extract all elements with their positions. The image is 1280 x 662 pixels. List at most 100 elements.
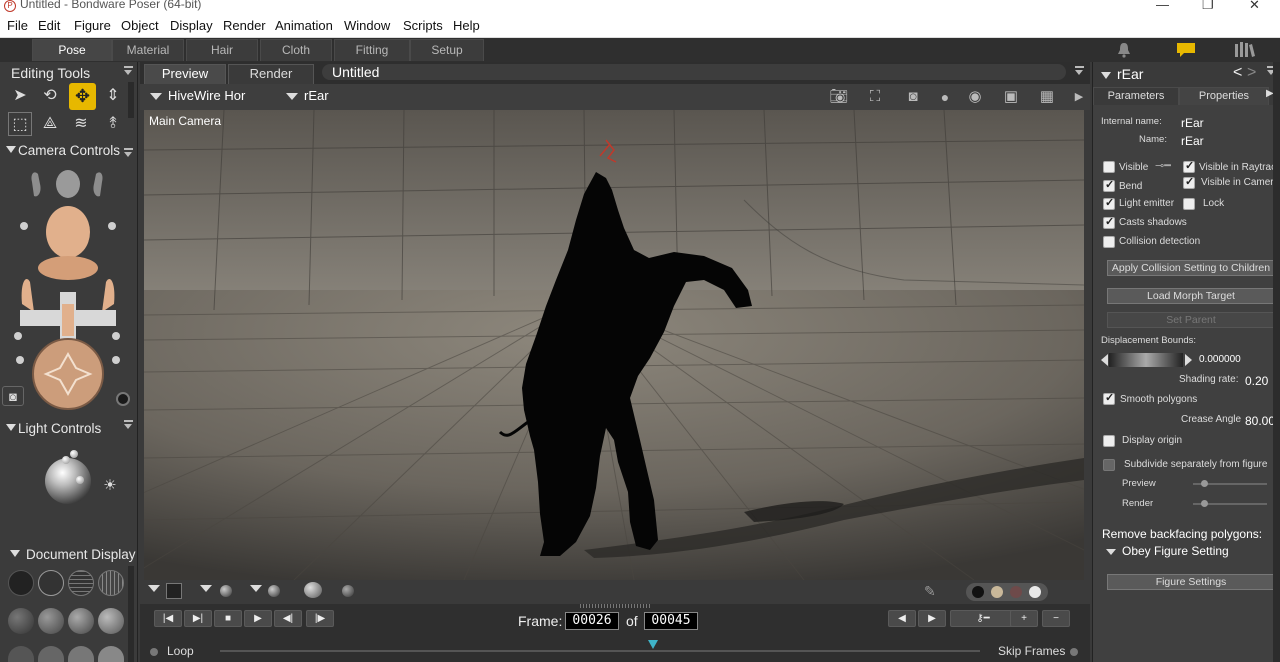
casts-shadows-checkbox[interactable]: [1103, 215, 1115, 229]
light-handle-icon[interactable]: [62, 456, 70, 464]
displacement-dial[interactable]: [1109, 353, 1183, 367]
menu-object[interactable]: Object: [121, 18, 159, 33]
shadow-ball-icon[interactable]: [342, 585, 354, 597]
menu-scripts[interactable]: Scripts: [403, 18, 443, 33]
timeline-slider[interactable]: [220, 650, 980, 652]
translate-icon[interactable]: ✥: [69, 83, 96, 110]
smooth-polygons-checkbox[interactable]: [1103, 391, 1115, 405]
subdivision-preview-slider[interactable]: [1193, 480, 1267, 487]
displacement-bounds-value[interactable]: 0.000000: [1199, 354, 1241, 365]
skip-frames-toggle-icon[interactable]: [1070, 648, 1078, 656]
tab-parameters[interactable]: Parameters: [1093, 87, 1179, 105]
playhead-marker[interactable]: [648, 640, 659, 649]
visible-in-camera-checkbox[interactable]: [1183, 175, 1195, 189]
render-camera-icon[interactable]: ◙: [902, 87, 924, 107]
shadow-color-swatch[interactable]: [1010, 586, 1022, 598]
menu-window[interactable]: Window: [344, 18, 390, 33]
smooth-shaded-style-icon[interactable]: [68, 608, 94, 634]
timeline-grip[interactable]: [580, 604, 650, 608]
visible-in-raytracing-checkbox[interactable]: [1183, 159, 1195, 173]
depth-cue-icon[interactable]: [304, 582, 322, 598]
translate-in-out-icon[interactable]: ⇕: [101, 84, 125, 108]
previous-keyframe-button[interactable]: ◀: [888, 610, 916, 627]
apply-collision-button[interactable]: Apply Collision Setting to Children: [1107, 260, 1275, 276]
subdivide-separately-checkbox[interactable]: [1103, 459, 1115, 471]
visible-checkbox[interactable]: [1103, 161, 1115, 173]
loop-toggle-icon[interactable]: [150, 648, 158, 656]
step-forward-button[interactable]: |▶: [306, 610, 334, 627]
lock-checkbox[interactable]: [1183, 198, 1195, 210]
display-style-icon[interactable]: [68, 646, 94, 662]
ground-color-swatch[interactable]: [1029, 586, 1041, 598]
area-render-camera-icon[interactable]: ⛶: [864, 87, 886, 107]
foreground-color-swatch[interactable]: [972, 586, 984, 598]
delete-keyframe-button[interactable]: −: [1042, 610, 1070, 627]
edit-keyframes-key-icon[interactable]: ⚷━: [950, 610, 1016, 627]
element-style-ball-icon[interactable]: [220, 585, 232, 597]
next-keyframe-button[interactable]: ▶: [918, 610, 946, 627]
load-morph-target-button[interactable]: Load Morph Target: [1107, 288, 1275, 304]
silhouette-style-icon[interactable]: [8, 570, 34, 596]
select-arrow-icon[interactable]: ➤: [8, 84, 32, 108]
backfacing-dropdown[interactable]: Obey Figure Setting: [1106, 544, 1229, 558]
tab-fitting[interactable]: Fitting: [334, 39, 410, 61]
flat-shaded-style-icon[interactable]: [38, 608, 64, 634]
display-style-icon[interactable]: [8, 646, 34, 662]
light-controls-header[interactable]: Light Controls: [0, 420, 138, 440]
bell-icon[interactable]: [1116, 42, 1132, 58]
hidden-line-style-icon[interactable]: [98, 570, 124, 596]
library-icon[interactable]: [1234, 41, 1256, 58]
camera-controls-widget[interactable]: [4, 164, 132, 414]
close-icon[interactable]: ✕: [1249, 0, 1260, 13]
tracking-ball-icon[interactable]: [268, 585, 280, 597]
tab-material[interactable]: Material: [112, 39, 184, 61]
twist-icon[interactable]: ⥉: [101, 112, 125, 136]
tab-cloth[interactable]: Cloth: [260, 39, 332, 61]
add-keyframe-button[interactable]: +: [1010, 610, 1038, 627]
tab-properties[interactable]: Properties: [1179, 87, 1269, 105]
tab-pose[interactable]: Pose: [32, 39, 112, 61]
menu-display[interactable]: Display: [170, 18, 213, 33]
menu-render[interactable]: Render: [223, 18, 266, 33]
scene-camera-icon[interactable]: ▣: [1000, 87, 1022, 107]
step-back-button[interactable]: ◀|: [274, 610, 302, 627]
figure-style-dropdown-icon[interactable]: [148, 585, 160, 592]
previous-actor-icon[interactable]: <: [1233, 64, 1242, 82]
scale-icon[interactable]: ⬚: [8, 112, 32, 136]
snapshot-camera-icon[interactable]: 📷︎: [828, 87, 850, 107]
preview-render-icon[interactable]: ●: [934, 87, 956, 107]
menu-animation[interactable]: Animation: [275, 18, 333, 33]
tab-render[interactable]: Render: [228, 64, 314, 84]
paint-brush-icon[interactable]: ✎: [924, 583, 936, 600]
display-origin-checkbox[interactable]: [1103, 435, 1115, 447]
camera-record-icon[interactable]: [116, 392, 130, 406]
sun-icon[interactable]: ☀: [98, 474, 122, 498]
taper-icon[interactable]: ⟁: [38, 112, 62, 136]
render-settings-icon[interactable]: ▦: [1036, 87, 1058, 107]
stop-button[interactable]: ■: [214, 610, 242, 627]
properties-scrollbar[interactable]: [1273, 62, 1280, 662]
menu-edit[interactable]: Edit: [38, 18, 60, 33]
tracking-dropdown-icon[interactable]: [250, 585, 262, 592]
texture-shaded-style-icon[interactable]: [98, 608, 124, 634]
skip-frames-label[interactable]: Skip Frames: [998, 644, 1065, 658]
figure-style-swatch[interactable]: [166, 583, 182, 599]
element-style-dropdown-icon[interactable]: [200, 585, 212, 592]
editing-tools-scrollbar[interactable]: [128, 82, 134, 118]
actor-dropdown[interactable]: rEar: [286, 88, 329, 103]
panel-menu-icon[interactable]: [124, 66, 133, 75]
set-parent-button[interactable]: Set Parent: [1107, 312, 1275, 328]
chat-icon[interactable]: [1176, 42, 1196, 58]
next-actor-icon[interactable]: >: [1247, 64, 1256, 82]
light-emitter-checkbox[interactable]: [1103, 196, 1115, 210]
chevron-right-icon[interactable]: ▶: [1068, 87, 1090, 107]
3d-viewport[interactable]: Main Camera: [144, 110, 1084, 580]
wireframe-style-icon[interactable]: [68, 570, 94, 596]
go-to-end-button[interactable]: ▶|: [184, 610, 212, 627]
light-panel-menu-icon[interactable]: [124, 420, 133, 429]
chain-break-icon[interactable]: ≋: [69, 112, 93, 136]
menu-file[interactable]: File: [7, 18, 28, 33]
displacement-decrease-icon[interactable]: [1101, 354, 1108, 366]
rotate-icon[interactable]: ⟲: [38, 84, 62, 108]
tab-hair[interactable]: Hair: [186, 39, 258, 61]
